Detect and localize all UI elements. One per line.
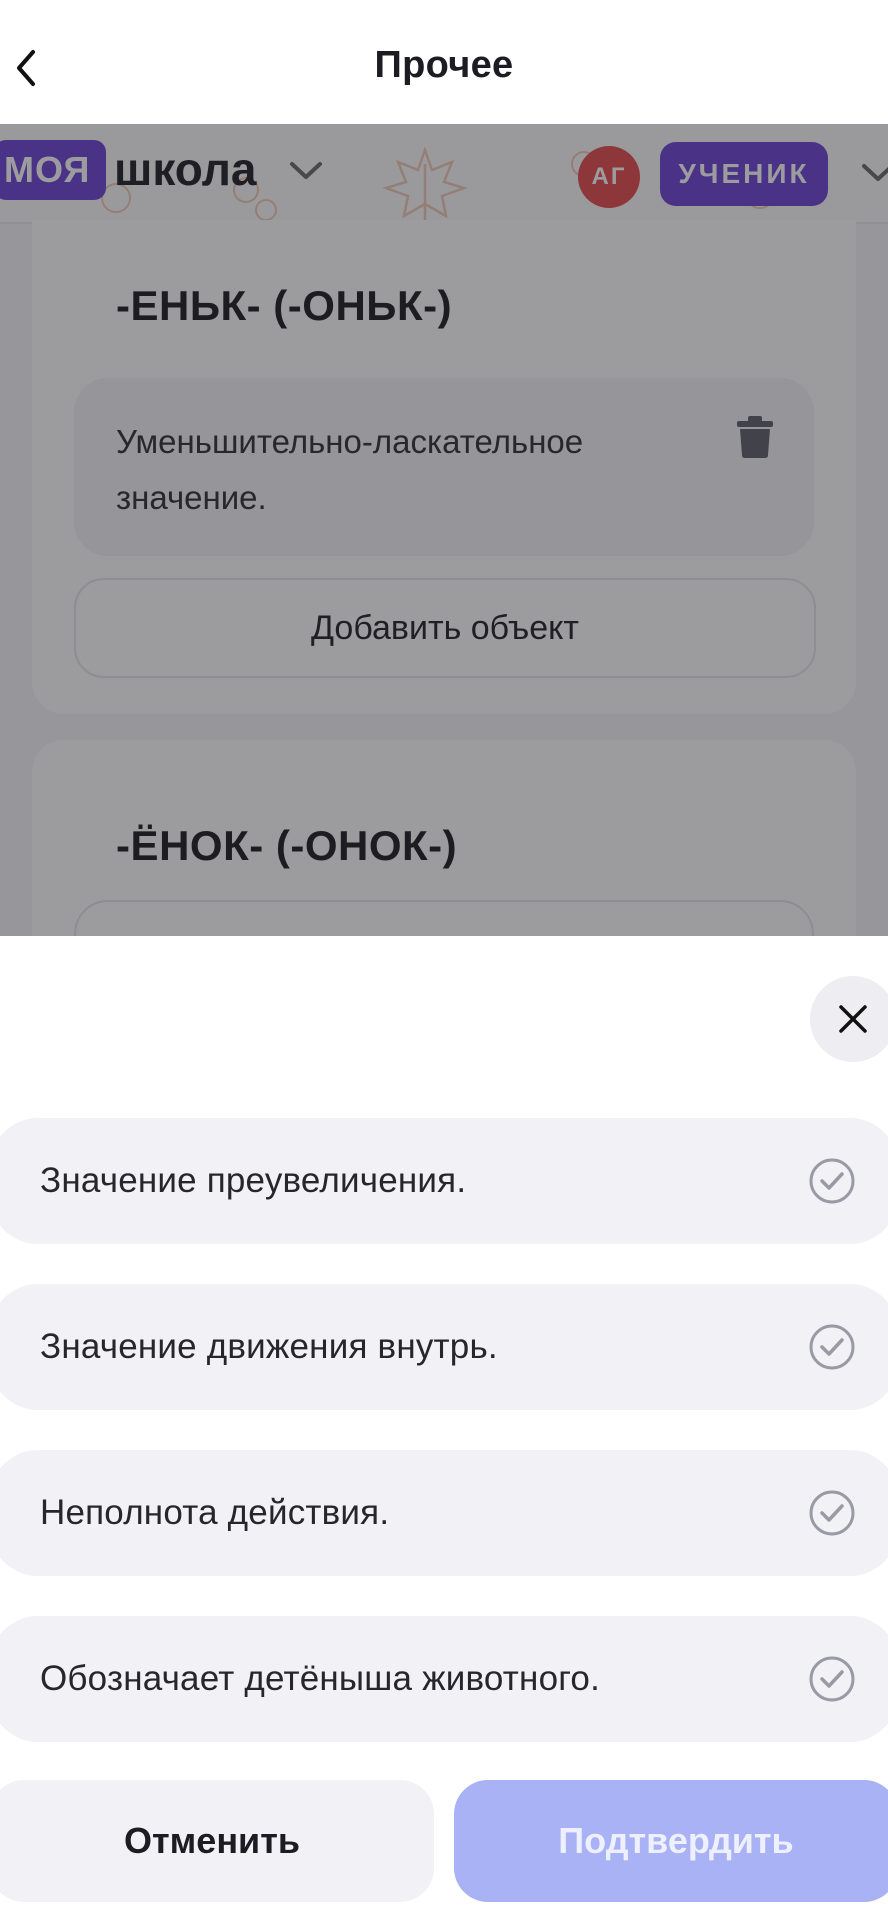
close-button[interactable] [810, 976, 888, 1062]
page-title: Прочее [374, 44, 514, 86]
cancel-button[interactable]: Отменить [0, 1780, 434, 1902]
close-icon [839, 1005, 867, 1033]
option-item[interactable]: Значение преувеличения. [0, 1118, 888, 1244]
option-item[interactable]: Обозначает детёныша животного. [0, 1616, 888, 1742]
option-label: Неполнота действия. [40, 1493, 390, 1532]
bottom-sheet: Значение преувеличения. Значение движени… [0, 936, 888, 1920]
confirm-button[interactable]: Подтвердить [454, 1780, 888, 1902]
screen: Прочее МОЯ школа АГ УЧЕНИК -ЕНЬК- (-ОНЬК… [0, 0, 888, 1920]
option-item[interactable]: Значение движения внутрь. [0, 1284, 888, 1410]
check-circle-icon [809, 1490, 855, 1536]
modal-overlay[interactable] [0, 124, 888, 936]
check-circle-icon [809, 1158, 855, 1204]
check-circle-icon [809, 1324, 855, 1370]
option-label: Значение движения внутрь. [40, 1327, 498, 1366]
option-item[interactable]: Неполнота действия. [0, 1450, 888, 1576]
option-label: Значение преувеличения. [40, 1161, 467, 1200]
option-label: Обозначает детёныша животного. [40, 1659, 601, 1698]
top-bar: Прочее [0, 0, 888, 124]
check-circle-icon [809, 1656, 855, 1702]
